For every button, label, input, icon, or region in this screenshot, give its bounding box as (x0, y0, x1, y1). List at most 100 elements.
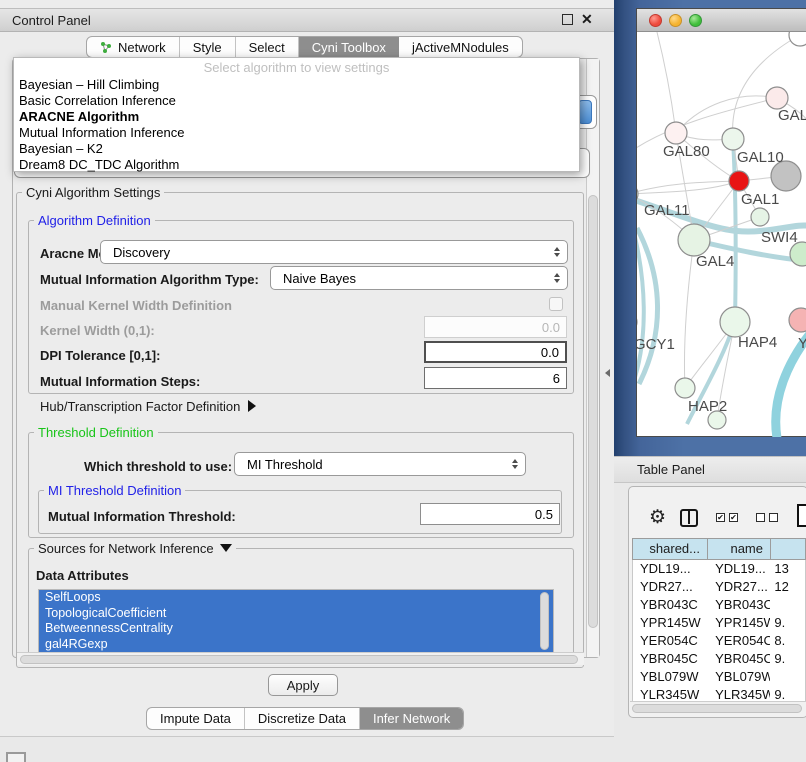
table-panel-titlebar: Table Panel (614, 456, 806, 483)
mac-zoom-button[interactable] (689, 14, 702, 27)
control-panel-title: Control Panel (12, 13, 91, 28)
node-hap4[interactable] (720, 307, 750, 337)
dropdown-item[interactable]: Bayesian – Hill Climbing (14, 77, 579, 93)
node-label: GAL11 (644, 202, 690, 219)
manual-kernel-width-label: Manual Kernel Width Definition (40, 298, 232, 313)
table-row[interactable]: YPR145W YPR145W 9. (633, 614, 805, 632)
float-window-icon[interactable] (562, 14, 573, 25)
tab-infer-network[interactable]: Infer Network (360, 708, 463, 729)
node-gal4[interactable] (678, 224, 710, 256)
table-row[interactable]: YLR345W YLR345W 9. (633, 686, 805, 701)
control-panel: Control Panel ✕ Network Style Select Cyn… (0, 0, 614, 737)
kernel-width-field[interactable]: 0.0 (424, 316, 567, 338)
table-row[interactable]: YBR045C YBR045C 9. (633, 650, 805, 668)
combo-arrows-icon (512, 459, 518, 469)
table-row[interactable]: YDL19... YDL19... 13 (633, 560, 805, 578)
control-panel-titlebar: Control Panel (0, 8, 614, 32)
hub-definition-expander[interactable]: Hub/Transcription Factor Definition (40, 399, 256, 414)
mi-steps-label: Mutual Information Steps: (40, 374, 200, 389)
apply-label: Apply (287, 678, 320, 693)
tab-discretize-data[interactable]: Discretize Data (245, 708, 360, 729)
tab-cyni-toolbox[interactable]: Cyni Toolbox (299, 37, 399, 57)
node-swi4[interactable] (751, 208, 769, 226)
deselect-all-checks-icon[interactable] (756, 513, 778, 522)
table-body[interactable]: YDL19... YDL19... 13 YDR27... YDR27... 1… (632, 560, 806, 701)
cyni-bottom-tabs: Impute Data Discretize Data Infer Networ… (146, 707, 464, 730)
network-icon (100, 41, 113, 54)
node-label: GAL10 (737, 149, 784, 166)
mac-close-button[interactable] (649, 14, 662, 27)
tab-impute-data[interactable]: Impute Data (147, 708, 245, 729)
close-panel-icon[interactable]: ✕ (581, 11, 593, 28)
document-icon[interactable] (797, 504, 806, 527)
which-threshold-label: Which threshold to use: (84, 459, 232, 474)
settings-horizontal-scrollbar[interactable] (17, 652, 584, 665)
dropdown-item[interactable]: Mutual Information Inference (14, 125, 579, 141)
aracne-mode-select[interactable]: Discovery (100, 240, 568, 264)
combo-arrows-icon (578, 100, 592, 124)
mi-steps-field[interactable]: 6 (424, 367, 567, 389)
kernel-width-label: Kernel Width (0,1): (40, 323, 155, 338)
node[interactable] (789, 32, 806, 46)
dropdown-item[interactable]: Bayesian – K2 (14, 141, 579, 157)
table-row[interactable]: YBR043C YBR043C (633, 596, 805, 614)
table-row[interactable]: YER054C YER054C 8. (633, 632, 805, 650)
sources-expander[interactable]: Sources for Network Inference (34, 541, 236, 556)
attribute-list-item[interactable]: TopologicalCoefficient (39, 606, 553, 622)
node-gal10[interactable] (722, 128, 744, 150)
node-gal80[interactable] (665, 122, 687, 144)
node-label: GAL4 (696, 253, 734, 270)
manual-kernel-width-checkbox[interactable] (549, 297, 563, 311)
tab-select[interactable]: Select (236, 37, 299, 57)
combo-arrows-icon (554, 273, 560, 283)
algorithm-dropdown-list: Select algorithm to view settings Bayesi… (13, 57, 580, 172)
tab-network[interactable]: Network (87, 37, 180, 57)
node-hap2[interactable] (675, 378, 695, 398)
scrollbar-thumb[interactable] (20, 655, 578, 664)
node-label: Y (798, 335, 806, 352)
which-threshold-select[interactable]: MI Threshold (234, 452, 526, 476)
dropdown-item[interactable]: Dream8 DC_TDC Algorithm (14, 157, 579, 173)
dpi-tolerance-field[interactable]: 0.0 (424, 341, 567, 363)
dpi-tolerance-label: DPI Tolerance [0,1]: (40, 348, 160, 363)
tab-label: Infer Network (373, 711, 450, 726)
network-window-titlebar[interactable] (637, 9, 806, 32)
mi-algorithm-type-select[interactable]: Naive Bayes (270, 266, 568, 290)
columns-icon[interactable] (680, 509, 698, 527)
select-all-checks-icon[interactable]: ✔ ✔ (716, 513, 738, 522)
attribute-list-item[interactable]: gal4RGexp (39, 637, 553, 653)
tab-jactivemnodules[interactable]: jActiveMNodules (399, 37, 522, 57)
table-row[interactable]: YBL079W YBL079W (633, 668, 805, 686)
list-scrollbar-thumb[interactable] (540, 592, 549, 650)
table-row[interactable]: YDR27... YDR27... 12 (633, 578, 805, 596)
scrollbar-thumb[interactable] (588, 195, 598, 628)
node-y[interactable] (789, 308, 806, 332)
mac-minimize-button[interactable] (669, 14, 682, 27)
network-canvas[interactable]: GAL GAL80 GAL10 GAL1 GAL11 SWI4 GAL4 GCY… (637, 32, 806, 437)
node-gal[interactable] (766, 87, 788, 109)
mi-threshold-field[interactable]: 0.5 (420, 503, 560, 525)
dropdown-item[interactable]: ARACNE Algorithm (14, 109, 579, 125)
node-attribute-table: shared... name YDL19... YDL19... 13 YDR2… (632, 538, 806, 701)
expander-arrow-icon (220, 544, 232, 552)
scrollbar-thumb[interactable] (632, 704, 802, 713)
corner-widget[interactable] (6, 752, 26, 762)
column-header[interactable]: name (708, 538, 771, 560)
column-header[interactable]: shared... (632, 538, 708, 560)
attribute-list-item[interactable]: SelfLoops (39, 590, 553, 606)
group-title: MI Threshold Definition (44, 483, 185, 498)
tab-label: Style (193, 40, 222, 55)
table-horizontal-scrollbar[interactable] (630, 701, 806, 715)
tab-style[interactable]: Style (180, 37, 236, 57)
gear-icon[interactable]: ⚙ (649, 506, 666, 529)
apply-button[interactable]: Apply (268, 674, 338, 696)
checked-box-icon: ✔ (729, 513, 738, 522)
mi-algorithm-type-label: Mutual Information Algorithm Type: (40, 272, 259, 287)
table-header-row: shared... name (632, 538, 806, 560)
attribute-list-item[interactable]: BetweennessCentrality (39, 621, 553, 637)
column-header[interactable] (771, 538, 806, 560)
dropdown-item[interactable]: Basic Correlation Inference (14, 93, 579, 109)
panel-divider-handle[interactable] (604, 368, 611, 377)
node-gal1[interactable] (729, 171, 749, 191)
expander-arrow-icon (248, 400, 256, 412)
